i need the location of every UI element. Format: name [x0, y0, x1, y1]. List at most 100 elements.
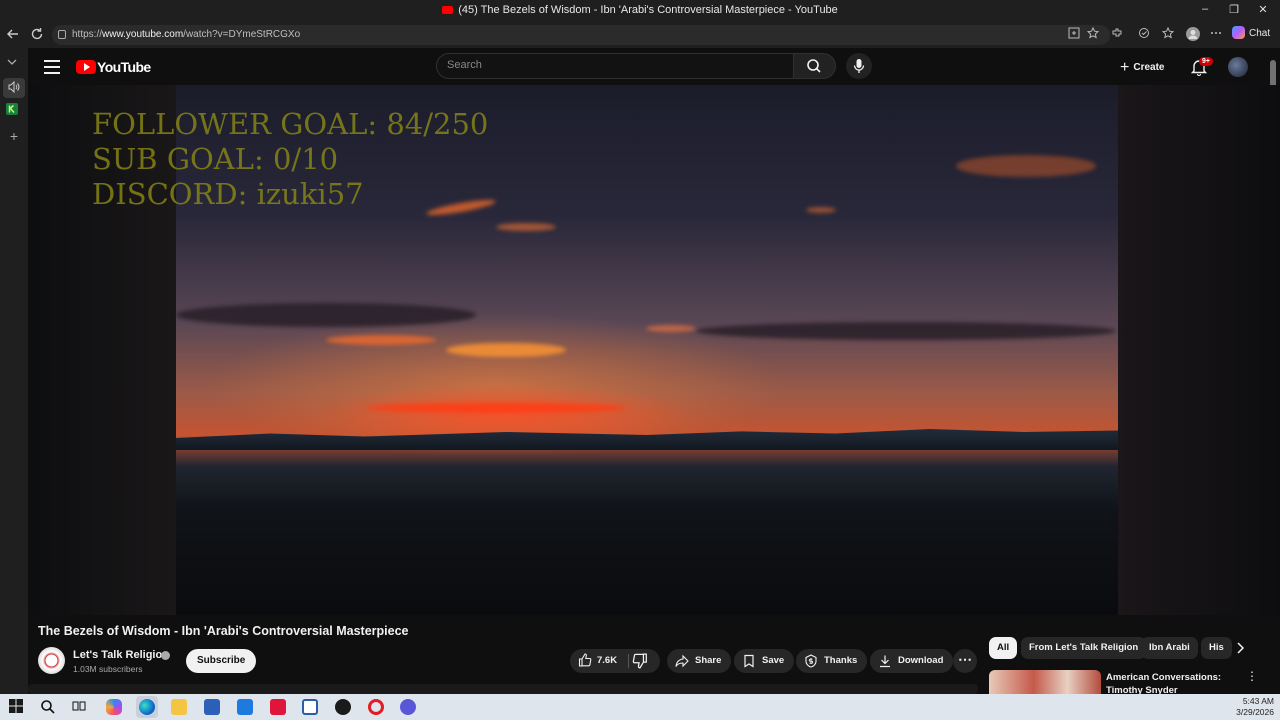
thumbs-up-icon [578, 653, 592, 667]
copilot-icon [1232, 26, 1245, 39]
overlay-line-follower-goal: FOLLOWER GOAL: 84/250 [92, 107, 489, 141]
restore-button[interactable]: ❐ [1224, 3, 1244, 19]
search-input[interactable] [447, 59, 777, 71]
window-title: (45) The Bezels of Wisdom - Ibn 'Arabi's… [0, 4, 1280, 16]
download-icon [878, 654, 892, 668]
chevron-right-icon[interactable] [1232, 640, 1248, 656]
chat-label: Chat [1249, 28, 1271, 39]
file-explorer-icon[interactable] [171, 699, 187, 715]
edge-browser-icon[interactable] [139, 699, 155, 715]
app-window-icon[interactable] [302, 699, 318, 715]
window-titlebar: (45) The Bezels of Wisdom - Ibn 'Arabi's… [0, 0, 1280, 22]
app-available-icon[interactable] [1068, 27, 1082, 41]
window-title-text: (45) The Bezels of Wisdom - Ibn 'Arabi's… [458, 4, 838, 16]
url-prefix: https:// [72, 29, 103, 40]
steam-icon[interactable] [335, 699, 351, 715]
taskbar-search-icon[interactable] [40, 699, 56, 715]
copilot-chat-button[interactable]: Chat [1232, 26, 1270, 39]
tab-actions-chevron-icon[interactable] [6, 56, 22, 72]
channel-name[interactable]: Let's Talk Religion [73, 649, 169, 661]
url-path: /watch?v=DYmeStRCGXo [183, 29, 301, 40]
close-button[interactable]: ✕ [1253, 3, 1273, 19]
system-clock[interactable]: 5:43 AM 3/29/2026 [1228, 696, 1274, 718]
clock-time: 5:43 AM [1242, 696, 1274, 706]
browser-essentials-icon[interactable] [1138, 27, 1152, 41]
subscriber-count: 1.03M subscribers [73, 664, 143, 674]
refresh-icon[interactable] [30, 27, 46, 43]
save-button[interactable]: Save [734, 649, 795, 673]
back-arrow-icon[interactable] [6, 27, 22, 43]
browser-sidebar: + [0, 48, 28, 694]
thumbs-down-icon [632, 653, 647, 669]
task-view-icon[interactable] [72, 699, 88, 715]
url-host: www.youtube.com [102, 29, 184, 40]
share-label: Share [695, 655, 722, 666]
opera-icon[interactable] [368, 699, 384, 715]
share-arrow-icon [675, 654, 689, 668]
windows-taskbar: 5:43 AM 3/29/2026 [0, 694, 1280, 720]
like-count: 7.6K [597, 655, 618, 666]
outlook-icon[interactable] [237, 699, 253, 715]
like-divider [628, 654, 629, 668]
video-player[interactable]: FOLLOWER GOAL: 84/250 SUB GOAL: 0/10 DIS… [28, 85, 1280, 615]
overlay-line-discord: DISCORD: izuki57 [92, 177, 364, 211]
player-right-shade [1118, 85, 1280, 615]
like-dislike-group: 7.6K [570, 649, 660, 673]
related-filter-chips: All From Let's Talk Religion Ibn Arabi H… [989, 637, 1259, 659]
settings-more-icon[interactable] [1210, 27, 1224, 41]
windows-start-icon[interactable] [9, 699, 25, 715]
hamburger-menu-icon[interactable] [44, 60, 60, 74]
description-box-edge [28, 684, 978, 694]
logo-text: YouTube [97, 59, 151, 75]
youtube-play-icon [76, 60, 96, 74]
chip-all[interactable]: All [989, 637, 1018, 659]
download-button[interactable]: Download [870, 649, 954, 673]
more-actions-icon[interactable]: ⋯ [953, 649, 977, 673]
extensions-icon[interactable] [1111, 27, 1125, 41]
share-button[interactable]: Share [667, 649, 732, 673]
notification-count-badge: 9+ [1199, 57, 1213, 66]
create-label: Create [1133, 62, 1165, 73]
stream-goal-overlay: FOLLOWER GOAL: 84/250 SUB GOAL: 0/10 DIS… [92, 107, 488, 212]
recommended-video-thumbnail[interactable] [989, 670, 1101, 694]
site-info-icon[interactable] [58, 30, 66, 39]
profile-avatar-icon[interactable] [1186, 27, 1200, 41]
chip-from-channel[interactable]: From Let's Talk Religion [1021, 637, 1147, 659]
thanks-label: Thanks [824, 655, 858, 666]
new-tab-plus-icon[interactable]: + [6, 128, 22, 144]
chip-his[interactable]: His [1201, 637, 1232, 659]
microsoft-store-icon[interactable] [204, 699, 220, 715]
chip-ibn-arabi[interactable]: Ibn Arabi [1141, 637, 1198, 659]
vertical-dots-menu-icon[interactable]: ⋮ [1246, 670, 1258, 684]
subscribe-button[interactable]: Subscribe [186, 649, 257, 673]
search-icon [807, 59, 821, 73]
channel-avatar[interactable] [38, 647, 65, 674]
tab-k-icon[interactable] [6, 103, 22, 119]
url-field[interactable]: https://www.youtube.com/watch?v=DYmeStRC… [52, 25, 1110, 45]
thanks-button[interactable]: Thanks [796, 649, 868, 673]
voice-search-button[interactable] [846, 53, 872, 79]
collections-icon[interactable] [1162, 27, 1176, 41]
like-button[interactable]: 7.6K [570, 649, 628, 673]
youtube-page: YouTube +Create 9+ FOLLOWER GOAL: [28, 48, 1280, 694]
youtube-favicon-icon [442, 6, 454, 14]
clock-date: 3/29/2026 [1236, 707, 1274, 717]
microphone-icon [853, 59, 865, 73]
create-button[interactable]: + Create [1120, 59, 1164, 77]
copilot-taskbar-icon[interactable] [106, 699, 122, 715]
save-label: Save [762, 655, 785, 666]
bookmark-icon [742, 654, 756, 668]
dislike-button[interactable] [632, 653, 648, 669]
minimize-button[interactable]: – [1195, 3, 1215, 19]
audio-tab-speaker-icon[interactable] [3, 78, 25, 98]
youtube-app-icon[interactable] [270, 699, 286, 715]
discord-icon[interactable] [400, 699, 416, 715]
youtube-logo[interactable]: YouTube [76, 59, 151, 77]
search-box [436, 53, 794, 79]
account-avatar[interactable] [1228, 57, 1248, 77]
recommended-video-title[interactable]: American Conversations: Timothy Snyder [1106, 671, 1236, 694]
search-button[interactable] [794, 53, 836, 79]
verified-badge-icon [161, 651, 170, 660]
favorite-star-icon[interactable] [1087, 27, 1101, 41]
plus-icon: + [1120, 59, 1130, 76]
